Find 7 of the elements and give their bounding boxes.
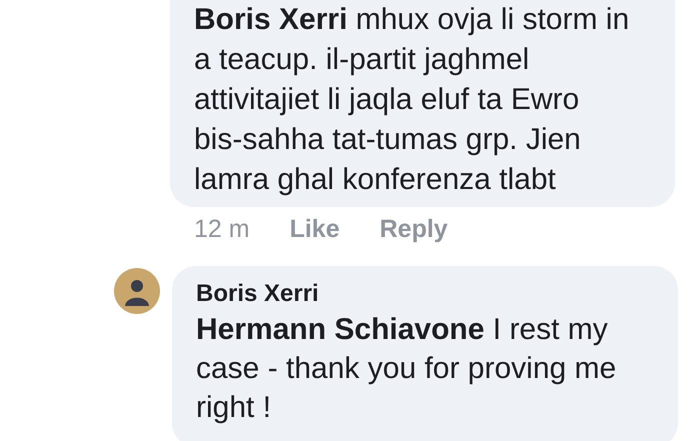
comment-author[interactable]: Boris Xerri bbox=[196, 280, 662, 308]
comment-time[interactable]: 12 m bbox=[194, 214, 250, 244]
comment-text: Boris Xerri mhux ovja li storm in a teacup. il-partit jaghmel attivitajiet li jaqla eluf ta Ewro bis-sahha tat-tumas grp. Jien lamra ghal konferenza tlabt bbox=[194, 2, 630, 198]
comment-action-link[interactable]: Reply bbox=[380, 214, 448, 244]
comment-action-link[interactable]: Like bbox=[290, 214, 340, 244]
avatar[interactable] bbox=[114, 268, 160, 314]
comment-text: Hermann Schiavone I rest my case - thank you for proving me right ! bbox=[196, 312, 618, 426]
